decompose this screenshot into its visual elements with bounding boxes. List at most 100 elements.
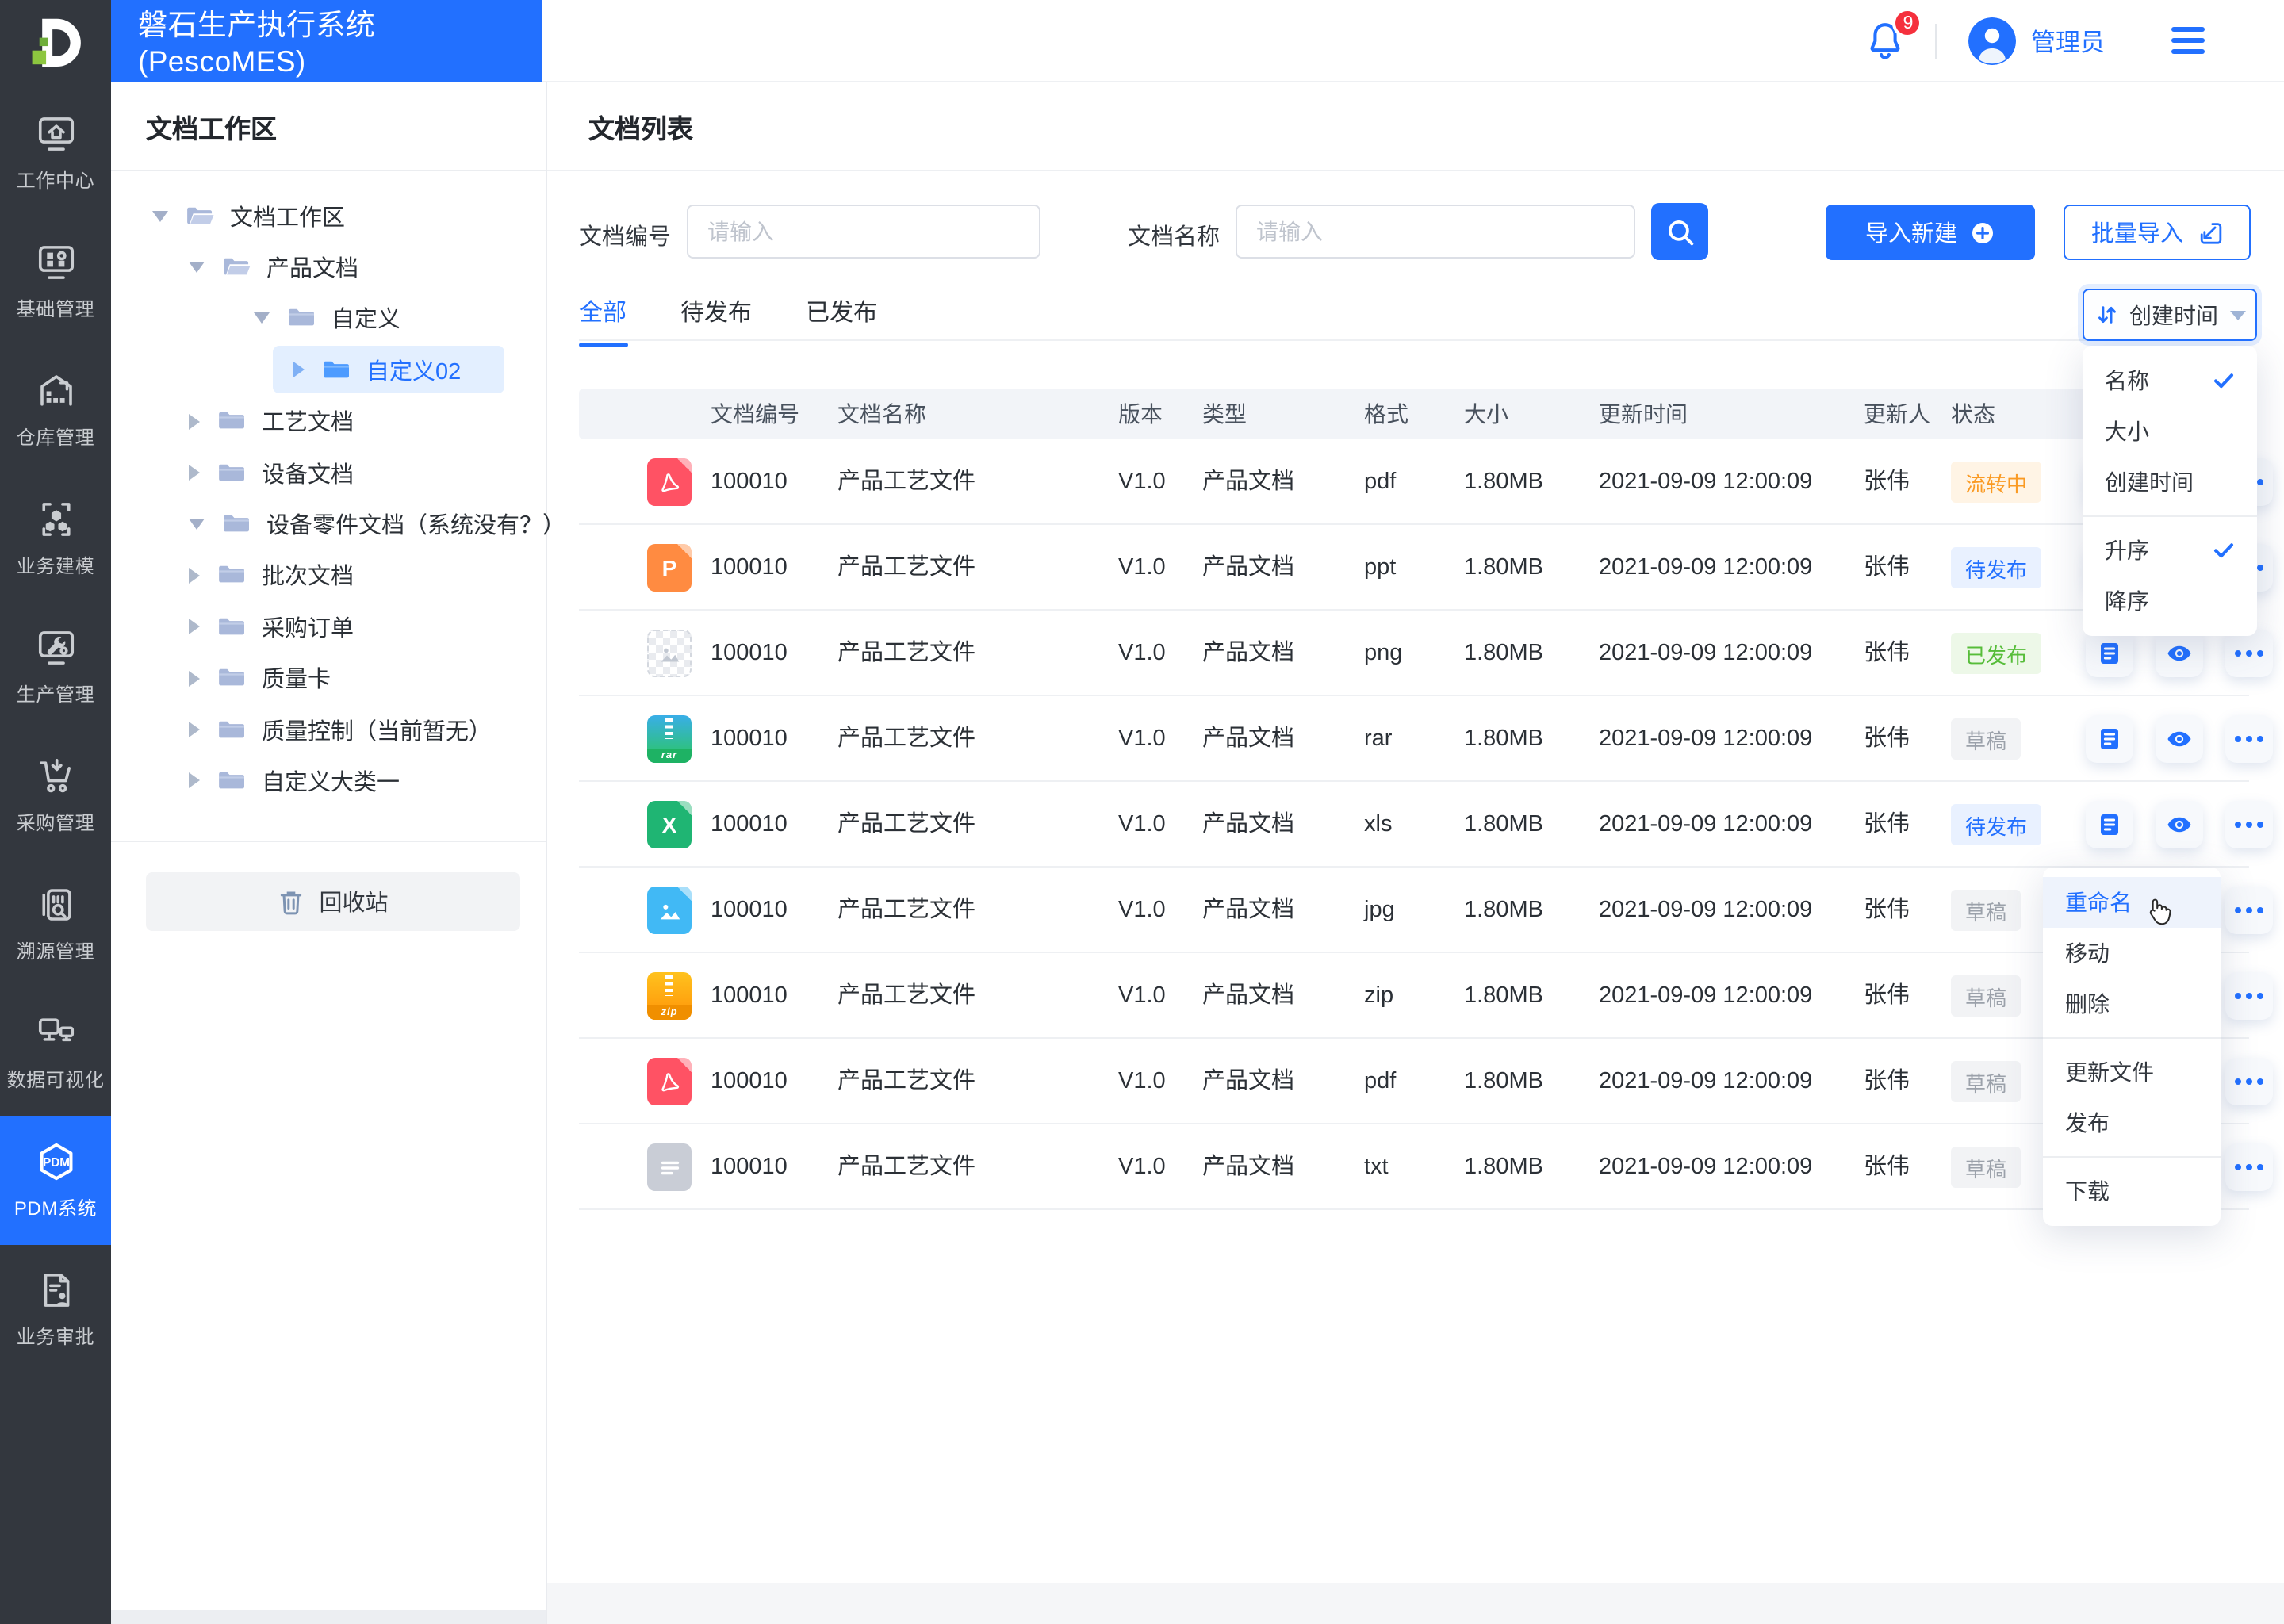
tree-node-6[interactable]: 设备文档: [111, 447, 546, 499]
avatar[interactable]: [1968, 17, 2017, 64]
tree-collapse-arrow-icon[interactable]: [189, 670, 200, 687]
recycle-bin-button[interactable]: 回收站: [146, 872, 520, 931]
cell-doc-code: 100010: [711, 641, 788, 666]
tree-node-9[interactable]: 采购订单: [111, 601, 546, 653]
sidebar-item-label: 数据可视化: [6, 1069, 105, 1091]
tree-expand-arrow-icon[interactable]: [189, 519, 205, 530]
sidebar-item-3[interactable]: 仓库管理: [0, 346, 111, 474]
cell-size: 1.80MB: [1464, 1155, 1543, 1180]
sidebar-item-label: 业务建模: [16, 555, 95, 577]
context-menu-item-删除[interactable]: 删除: [2043, 979, 2221, 1029]
doc-code-input[interactable]: [687, 205, 1040, 259]
more-actions-button[interactable]: [2225, 1058, 2273, 1105]
sidebar-item-10[interactable]: 业务审批: [0, 1245, 111, 1373]
tree-node-10[interactable]: 质量卡: [111, 653, 546, 704]
more-actions-button[interactable]: [2225, 887, 2273, 934]
tree-node-4[interactable]: 自定义02: [111, 344, 546, 396]
sort-option-升序[interactable]: 升序: [2083, 525, 2257, 576]
cell-version: V1.0: [1118, 1155, 1166, 1180]
status-badge: 草稿: [1951, 975, 2021, 1017]
more-actions-button[interactable]: [2225, 801, 2273, 848]
cell-updated-time: 2021-09-09 12:00:09: [1599, 812, 1813, 837]
tree-node-7[interactable]: 设备零件文档（系统没有？）: [111, 499, 565, 550]
tree-collapse-arrow-icon[interactable]: [189, 722, 200, 738]
plus-circle-icon: [1972, 222, 1993, 243]
table-row-3[interactable]: 100010 产品工艺文件 V1.0 产品文档 png 1.80MB 2021-09-09 …: [579, 611, 2273, 696]
cell-updater: 张伟: [1864, 812, 1910, 837]
doc-name-input[interactable]: [1236, 205, 1635, 259]
more-actions-button[interactable]: [2225, 972, 2273, 1020]
tree-collapse-arrow-icon[interactable]: [189, 772, 200, 789]
table-row-5[interactable]: X 100010 产品工艺文件 V1.0 产品文档 xls 1.80MB 2021-09-09…: [579, 782, 2273, 868]
sidebar-item-8[interactable]: 数据可视化: [0, 988, 111, 1116]
table-row-2[interactable]: P 100010 产品工艺文件 V1.0 产品文档 ppt 1.80MB 2021-09-09…: [579, 525, 2273, 611]
table-row-6[interactable]: 100010 产品工艺文件 V1.0 产品文档 jpg 1.80MB 2021-09-09 …: [579, 868, 2273, 953]
context-menu-item-发布[interactable]: 发布: [2043, 1097, 2221, 1148]
context-menu-item-更新文件[interactable]: 更新文件: [2043, 1047, 2221, 1097]
sidebar-item-4[interactable]: 业务建模: [0, 474, 111, 603]
sort-dropdown-button[interactable]: 创建时间: [2083, 289, 2257, 341]
context-menu-item-重命名[interactable]: 重命名: [2043, 877, 2221, 928]
notification-bell-icon[interactable]: 9: [1864, 8, 1923, 62]
cell-version: V1.0: [1118, 641, 1166, 666]
sidebar-item-1[interactable]: 工作中心: [0, 89, 111, 217]
import-new-button[interactable]: 导入新建: [1826, 205, 2035, 260]
cell-size: 1.80MB: [1464, 641, 1543, 666]
cell-updater: 张伟: [1864, 726, 1910, 752]
table-row-1[interactable]: 100010 产品工艺文件 V1.0 产品文档 pdf 1.80MB 2021-09-09 …: [579, 439, 2273, 525]
tree-collapse-arrow-icon[interactable]: [189, 413, 200, 430]
tree-collapse-arrow-icon[interactable]: [189, 465, 200, 481]
sort-option-降序[interactable]: 降序: [2083, 576, 2257, 626]
more-actions-button[interactable]: [2225, 630, 2273, 677]
tree-node-11[interactable]: 质量控制（当前暂无）: [111, 704, 546, 756]
tree-node-3[interactable]: 自定义: [111, 293, 546, 345]
more-actions-button[interactable]: [2225, 715, 2273, 763]
tree-node-12[interactable]: 自定义大类一: [111, 756, 546, 807]
sort-dropdown-menu: 名称 大小 创建时间升序 降序: [2083, 346, 2257, 636]
context-menu-item-移动[interactable]: 移动: [2043, 928, 2221, 979]
tree-collapse-arrow-icon[interactable]: [293, 362, 305, 378]
menu-icon[interactable]: [2171, 27, 2205, 54]
sort-option-名称[interactable]: 名称: [2083, 355, 2257, 406]
table-row-8[interactable]: 100010 产品工艺文件 V1.0 产品文档 pdf 1.80MB 2021-09-09 …: [579, 1039, 2273, 1124]
preview-button[interactable]: [2156, 630, 2203, 677]
sidebar-item-label: 工作中心: [16, 170, 95, 192]
table-row-7[interactable]: zip 100010 产品工艺文件 V1.0 产品文档 zip 1.80MB 2021-09-…: [579, 953, 2273, 1039]
tree-node-1[interactable]: 文档工作区: [111, 190, 546, 242]
table-row-4[interactable]: rar 100010 产品工艺文件 V1.0 产品文档 rar 1.80MB 2021-09-…: [579, 696, 2273, 782]
sidebar-item-7[interactable]: 溯源管理: [0, 860, 111, 988]
preview-button[interactable]: [2156, 801, 2203, 848]
batch-import-button[interactable]: 批量导入: [2064, 205, 2251, 260]
detail-button[interactable]: [2086, 715, 2133, 763]
tree-expand-arrow-icon[interactable]: [152, 210, 168, 222]
sidebar-item-2[interactable]: 基础管理: [0, 217, 111, 346]
tree-expand-arrow-icon[interactable]: [189, 262, 205, 274]
detail-button[interactable]: [2086, 801, 2133, 848]
sort-option-大小[interactable]: 大小: [2083, 406, 2257, 457]
sidebar-item-6[interactable]: 采购管理: [0, 731, 111, 860]
preview-button[interactable]: [2156, 715, 2203, 763]
tree-scrollbar[interactable]: [111, 1610, 546, 1624]
cell-doc-name: 产品工艺文件: [837, 983, 975, 1009]
sidebar-item-9[interactable]: PDM PDM系统: [0, 1116, 111, 1245]
more-actions-button[interactable]: [2225, 1143, 2273, 1191]
tree-expand-arrow-icon[interactable]: [254, 312, 270, 324]
cell-doc-name: 产品工艺文件: [837, 726, 975, 752]
tree-collapse-arrow-icon[interactable]: [189, 567, 200, 584]
context-menu-item-下载[interactable]: 下载: [2043, 1166, 2221, 1216]
cell-version: V1.0: [1118, 1069, 1166, 1094]
tree-node-2[interactable]: 产品文档: [111, 242, 546, 293]
cell-version: V1.0: [1118, 726, 1166, 752]
tree-node-8[interactable]: 批次文档: [111, 550, 546, 601]
sort-option-创建时间[interactable]: 创建时间: [2083, 457, 2257, 508]
tree-node-5[interactable]: 工艺文档: [111, 396, 546, 447]
pdf-file-icon: [647, 458, 692, 506]
cell-version: V1.0: [1118, 812, 1166, 837]
sidebar-item-5[interactable]: 生产管理: [0, 603, 111, 731]
user-name[interactable]: 管理员: [2031, 23, 2105, 58]
search-button[interactable]: [1651, 203, 1708, 260]
tree-collapse-arrow-icon[interactable]: [189, 619, 200, 635]
detail-button[interactable]: [2086, 630, 2133, 677]
menu-separator: [2083, 515, 2257, 517]
table-row-9[interactable]: 100010 产品工艺文件 V1.0 产品文档 txt 1.80MB 2021-09-09 …: [579, 1124, 2273, 1210]
